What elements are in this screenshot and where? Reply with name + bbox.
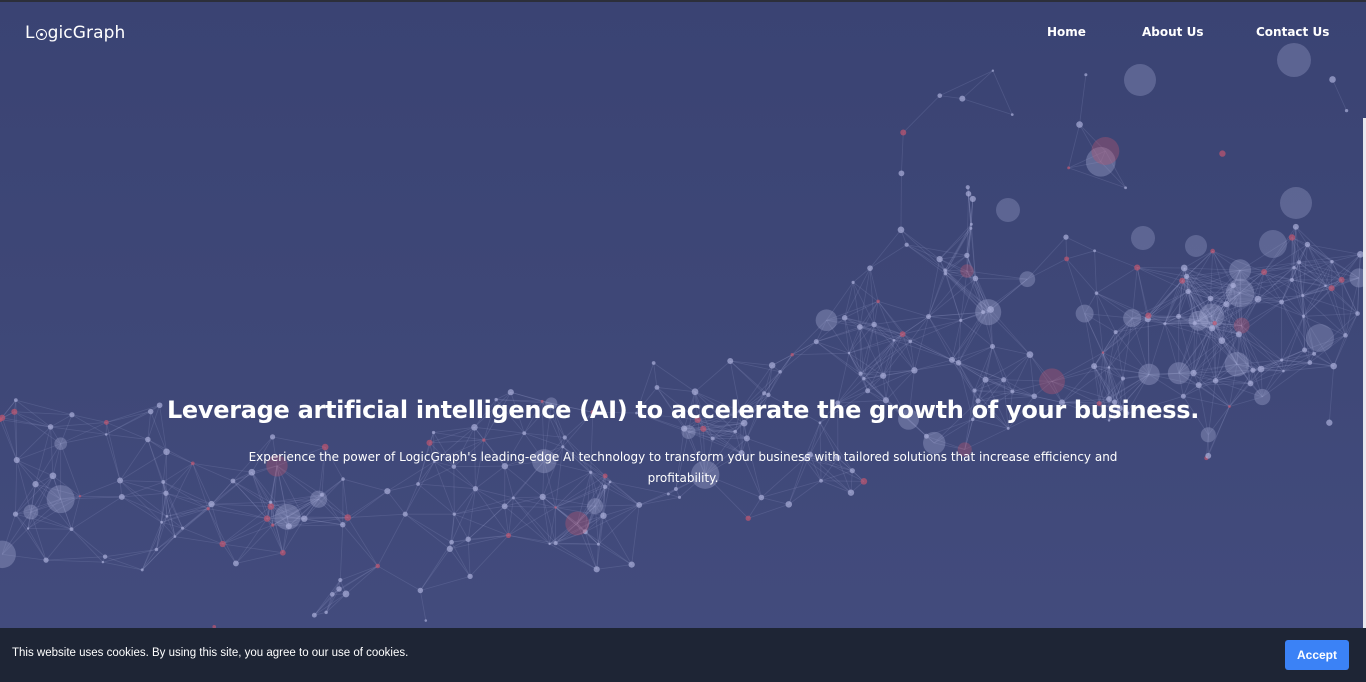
cookie-banner: This website uses cookies. By using this… [0, 628, 1366, 682]
cookie-message: This website uses cookies. By using this… [12, 647, 409, 659]
hero-headline: Leverage artificial intelligence (AI) to… [166, 396, 1200, 424]
logo-text-suffix: gicGraph [47, 23, 126, 43]
logo[interactable]: L gicGraph [25, 23, 125, 43]
hero-subtext: Experience the power of LogicGraph's lea… [248, 450, 1118, 485]
nav-link-contact-us[interactable]: Contact Us [1256, 25, 1329, 39]
logo-text-prefix: L [25, 23, 35, 43]
accept-cookies-button[interactable]: Accept [1285, 640, 1349, 670]
nav-link-home[interactable]: Home [1047, 25, 1086, 39]
landing-page: L gicGraph Home About Us Contact Us Leve… [0, 0, 1366, 682]
logo-mark-icon [35, 29, 47, 40]
network-background-graphic [0, 43, 1366, 628]
nav-link-about-us[interactable]: About Us [1142, 25, 1203, 39]
